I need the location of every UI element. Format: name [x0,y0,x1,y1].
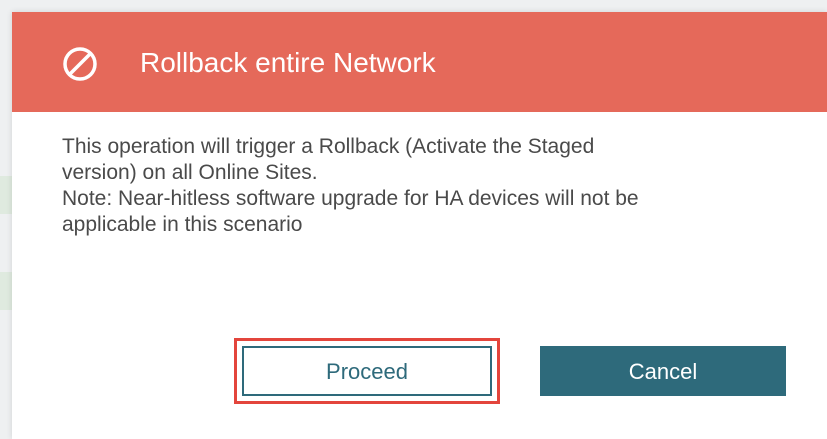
message-line: version) on all Online Sites. [62,161,318,184]
dialog-message: This operation will trigger a Rollback (… [62,134,792,238]
message-note-line: Note: Near-hitless software upgrade for … [62,187,639,210]
rollback-dialog: Rollback entire Network This operation w… [12,12,827,439]
message-line: This operation will trigger a Rollback (… [62,135,595,158]
proceed-button[interactable]: Proceed [242,346,492,396]
prohibited-icon [62,46,98,82]
cancel-button[interactable]: Cancel [540,346,786,396]
message-note-line: applicable in this scenario [62,213,303,236]
dialog-title: Rollback entire Network [140,47,436,78]
dialog-header: Rollback entire Network [12,12,827,112]
